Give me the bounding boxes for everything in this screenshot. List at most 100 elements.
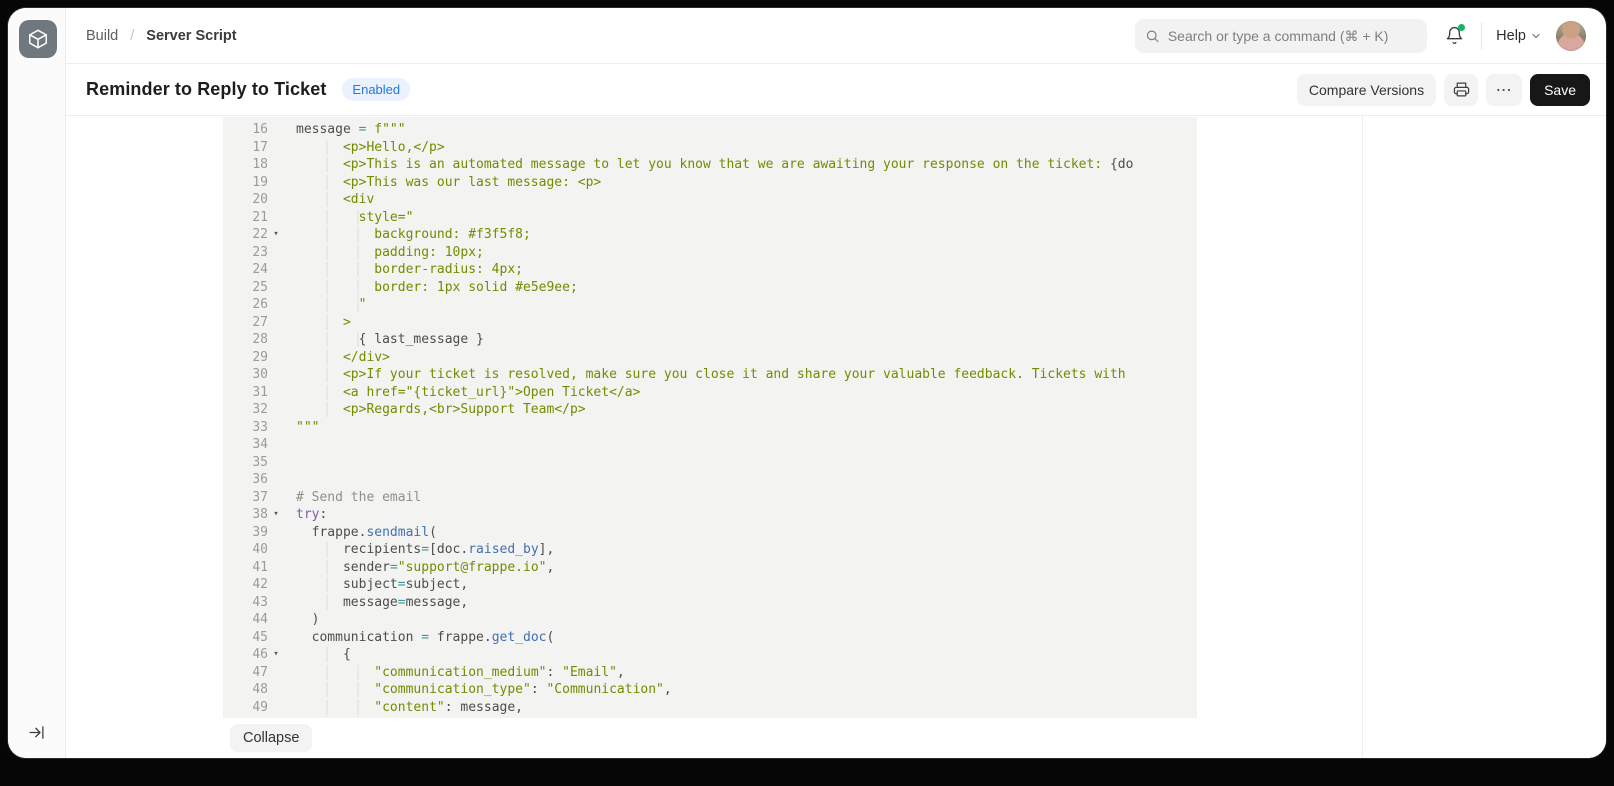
more-actions-button[interactable]: ⋯	[1486, 74, 1522, 106]
line-number[interactable]: 35	[223, 454, 268, 472]
expand-sidebar-icon	[28, 724, 45, 741]
line-number[interactable]: 44	[223, 611, 268, 629]
line-number[interactable]: 37	[223, 489, 268, 507]
code-line: 19 <p>This was our last message: <p>	[223, 174, 1197, 192]
code-text: <a href="{ticket_url}">Open Ticket</a>	[284, 384, 640, 402]
code-line: 46▾ {	[223, 646, 1197, 664]
search-input[interactable]	[1168, 28, 1417, 44]
line-number[interactable]: 31	[223, 384, 268, 402]
code-text: border: 1px solid #e5e9ee;	[284, 279, 578, 297]
line-number[interactable]: 16	[223, 121, 268, 139]
code-text: { last_message }	[284, 331, 484, 349]
fold-slot	[268, 156, 284, 174]
code-text: <p>This is an automated message to let y…	[284, 156, 1133, 174]
printer-icon	[1453, 81, 1470, 98]
line-number[interactable]: 23	[223, 244, 268, 262]
fold-slot	[268, 524, 284, 542]
fold-slot	[268, 349, 284, 367]
help-menu[interactable]: Help	[1496, 28, 1542, 44]
code-line: 28 { last_message }	[223, 331, 1197, 349]
fold-slot	[268, 471, 284, 489]
code-line: 41 sender="support@frappe.io",	[223, 559, 1197, 577]
line-number[interactable]: 42	[223, 576, 268, 594]
line-number[interactable]: 22	[223, 226, 268, 244]
code-editor[interactable]: 16message = f"""17 <p>Hello,</p>18 <p>Th…	[223, 117, 1197, 718]
code-text: <p>Regards,<br>Support Team</p>	[284, 401, 586, 419]
titlebar-actions: Compare Versions ⋯ Save	[1297, 74, 1590, 106]
code-text: "	[284, 296, 366, 314]
code-line: 44 )	[223, 611, 1197, 629]
line-number[interactable]: 39	[223, 524, 268, 542]
line-number[interactable]: 41	[223, 559, 268, 577]
fold-slot	[268, 121, 284, 139]
code-text: </div>	[284, 349, 390, 367]
fold-slot	[268, 174, 284, 192]
line-number[interactable]: 18	[223, 156, 268, 174]
fold-toggle-icon[interactable]: ▾	[268, 226, 284, 244]
code-line: 18 <p>This is an automated message to le…	[223, 156, 1197, 174]
compare-versions-button[interactable]: Compare Versions	[1297, 74, 1436, 106]
line-number[interactable]: 27	[223, 314, 268, 332]
line-number[interactable]: 34	[223, 436, 268, 454]
app-logo[interactable]	[19, 20, 57, 58]
code-text: "content": message,	[284, 699, 523, 717]
line-number[interactable]: 45	[223, 629, 268, 647]
breadcrumb-separator: /	[130, 28, 134, 44]
line-number[interactable]: 43	[223, 594, 268, 612]
code-line: 34	[223, 436, 1197, 454]
line-number[interactable]: 20	[223, 191, 268, 209]
expand-sidebar-button[interactable]	[24, 720, 48, 744]
form-area: 16message = f"""17 <p>Hello,</p>18 <p>Th…	[66, 116, 1363, 758]
code-text: <p>This was our last message: <p>	[284, 174, 601, 192]
code-line: 47 "communication_medium": "Email",	[223, 664, 1197, 682]
line-number[interactable]: 50	[223, 716, 268, 718]
code-text: """	[284, 419, 319, 437]
line-number[interactable]: 36	[223, 471, 268, 489]
breadcrumb-build[interactable]: Build	[86, 28, 118, 44]
fold-toggle-icon[interactable]: ▾	[268, 646, 284, 664]
line-number[interactable]: 25	[223, 279, 268, 297]
line-number[interactable]: 17	[223, 139, 268, 157]
line-number[interactable]: 33	[223, 419, 268, 437]
line-number[interactable]: 48	[223, 681, 268, 699]
fold-toggle-icon[interactable]: ▾	[268, 506, 284, 524]
line-number[interactable]: 47	[223, 664, 268, 682]
breadcrumb-server-script[interactable]: Server Script	[146, 28, 236, 44]
fold-slot	[268, 576, 284, 594]
notifications-button[interactable]	[1441, 23, 1467, 49]
line-number[interactable]: 49	[223, 699, 268, 717]
line-number[interactable]: 26	[223, 296, 268, 314]
line-number[interactable]: 28	[223, 331, 268, 349]
user-avatar[interactable]	[1556, 21, 1586, 51]
code-text: <p>Hello,</p>	[284, 139, 445, 157]
line-number[interactable]: 30	[223, 366, 268, 384]
code-line: 50 "doctype": "Communication",	[223, 716, 1197, 718]
code-line: 25 border: 1px solid #e5e9ee;	[223, 279, 1197, 297]
line-number[interactable]: 19	[223, 174, 268, 192]
fold-slot	[268, 664, 284, 682]
fold-slot	[268, 436, 284, 454]
save-button[interactable]: Save	[1530, 74, 1590, 106]
code-text: "communication_medium": "Email",	[284, 664, 625, 682]
fold-slot	[268, 454, 284, 472]
code-line: 26 "	[223, 296, 1197, 314]
line-number[interactable]: 24	[223, 261, 268, 279]
command-search[interactable]	[1135, 19, 1427, 53]
line-number[interactable]: 38	[223, 506, 268, 524]
line-number[interactable]: 46	[223, 646, 268, 664]
code-line: 36	[223, 471, 1197, 489]
fold-slot	[268, 716, 284, 718]
fold-slot	[268, 366, 284, 384]
line-number[interactable]: 29	[223, 349, 268, 367]
notification-dot	[1458, 24, 1465, 31]
collapse-button[interactable]: Collapse	[230, 724, 312, 752]
line-number[interactable]: 40	[223, 541, 268, 559]
print-button[interactable]	[1444, 74, 1478, 106]
code-line: 27 >	[223, 314, 1197, 332]
line-number[interactable]: 32	[223, 401, 268, 419]
fold-slot	[268, 261, 284, 279]
code-line: 23 padding: 10px;	[223, 244, 1197, 262]
line-number[interactable]: 21	[223, 209, 268, 227]
help-label: Help	[1496, 28, 1526, 44]
code-text: frappe.sendmail(	[284, 524, 437, 542]
